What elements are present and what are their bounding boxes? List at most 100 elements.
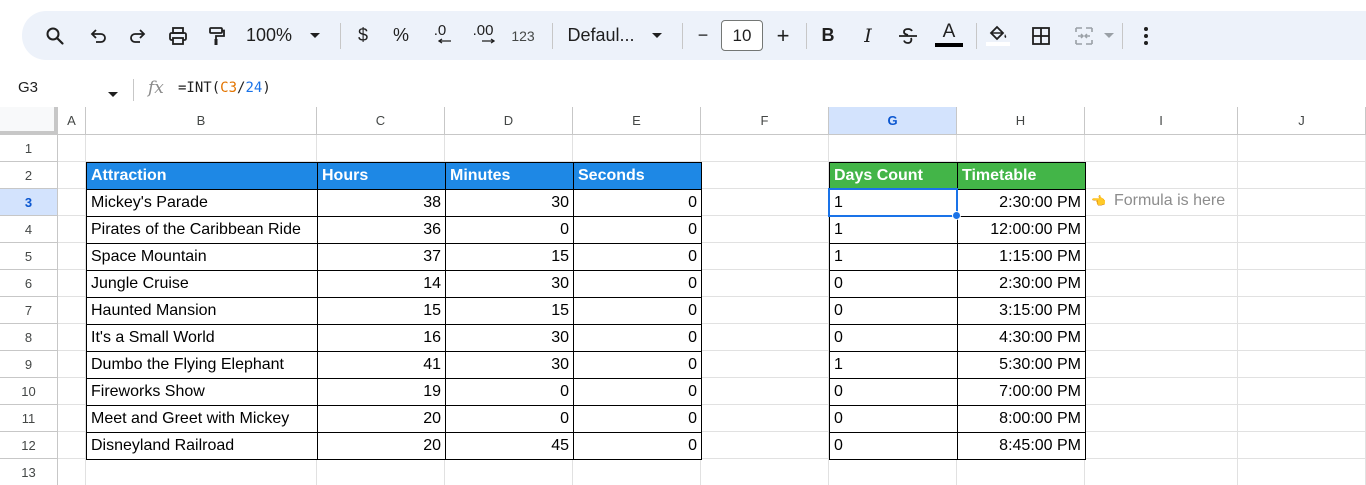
- name-box-dropdown-icon[interactable]: [108, 85, 118, 103]
- table-cell[interactable]: Dumbo the Flying Elephant: [86, 351, 318, 379]
- table-cell[interactable]: 37: [317, 243, 446, 271]
- table-cell[interactable]: 15: [317, 297, 446, 325]
- table-cell[interactable]: 30: [445, 189, 574, 217]
- result-cell[interactable]: 12:00:00 PM: [957, 216, 1086, 244]
- result-cell[interactable]: 2:30:00 PM: [957, 270, 1086, 298]
- table-cell[interactable]: 20: [317, 405, 446, 433]
- table-cell[interactable]: 0: [573, 351, 702, 379]
- result-cell[interactable]: 0: [829, 378, 958, 406]
- table-cell[interactable]: 30: [445, 270, 574, 298]
- fill-handle[interactable]: [952, 211, 961, 220]
- table-cell[interactable]: 36: [317, 216, 446, 244]
- column-header-j[interactable]: J: [1238, 107, 1366, 135]
- column-header-e[interactable]: E: [573, 107, 701, 135]
- row-header-9[interactable]: 9: [0, 351, 58, 378]
- result-cell[interactable]: 1: [829, 189, 958, 217]
- result-cell[interactable]: 0: [829, 270, 958, 298]
- table-cell[interactable]: Fireworks Show: [86, 378, 318, 406]
- row-header-4[interactable]: 4: [0, 216, 58, 243]
- row-header-12[interactable]: 12: [0, 432, 58, 459]
- row-header-7[interactable]: 7: [0, 297, 58, 324]
- paint-format-icon[interactable]: [202, 11, 230, 60]
- borders-icon[interactable]: [1028, 11, 1054, 60]
- column-header-c[interactable]: C: [317, 107, 445, 135]
- row-header-3[interactable]: 3: [0, 189, 58, 216]
- more-vert-icon[interactable]: [1136, 11, 1156, 60]
- table-cell[interactable]: 0: [445, 378, 574, 406]
- table-cell[interactable]: 0: [573, 432, 702, 460]
- table-cell[interactable]: 0: [573, 243, 702, 271]
- result-cell[interactable]: 7:00:00 PM: [957, 378, 1086, 406]
- result-header-cell[interactable]: Days Count: [829, 162, 958, 190]
- column-header-d[interactable]: D: [445, 107, 573, 135]
- result-cell[interactable]: 0: [829, 405, 958, 433]
- table-cell[interactable]: 30: [445, 351, 574, 379]
- table-cell[interactable]: 0: [445, 216, 574, 244]
- column-header-a[interactable]: A: [58, 107, 86, 135]
- table-cell[interactable]: Pirates of the Caribbean Ride: [86, 216, 318, 244]
- row-header-6[interactable]: 6: [0, 270, 58, 297]
- table-cell[interactable]: 14: [317, 270, 446, 298]
- fill-color-icon[interactable]: [984, 11, 1012, 60]
- table-cell[interactable]: 19: [317, 378, 446, 406]
- table-cell[interactable]: Meet and Greet with Mickey: [86, 405, 318, 433]
- result-cell[interactable]: 1: [829, 351, 958, 379]
- result-cell[interactable]: 4:30:00 PM: [957, 324, 1086, 352]
- table-cell[interactable]: 0: [573, 378, 702, 406]
- result-cell[interactable]: 2:30:00 PM: [957, 189, 1086, 217]
- table-header-cell[interactable]: Seconds: [573, 162, 702, 190]
- zoom-dropdown-icon[interactable]: [308, 11, 322, 60]
- increase-font-size-button[interactable]: +: [772, 11, 794, 60]
- table-cell[interactable]: Jungle Cruise: [86, 270, 318, 298]
- row-header-10[interactable]: 10: [0, 378, 58, 405]
- result-cell[interactable]: 1: [829, 243, 958, 271]
- result-cell[interactable]: 0: [829, 432, 958, 460]
- column-header-h[interactable]: H: [957, 107, 1085, 135]
- table-cell[interactable]: 30: [445, 324, 574, 352]
- result-header-cell[interactable]: Timetable: [957, 162, 1086, 190]
- table-cell[interactable]: 0: [573, 324, 702, 352]
- decrease-decimal-button[interactable]: .0: [426, 11, 454, 60]
- font-size-input[interactable]: 10: [721, 20, 763, 51]
- table-cell[interactable]: 41: [317, 351, 446, 379]
- table-cell[interactable]: 45: [445, 432, 574, 460]
- table-cell[interactable]: 20: [317, 432, 446, 460]
- zoom-select[interactable]: 100%: [244, 11, 294, 60]
- result-cell[interactable]: 5:30:00 PM: [957, 351, 1086, 379]
- table-cell[interactable]: 0: [573, 297, 702, 325]
- table-cell[interactable]: Mickey's Parade: [86, 189, 318, 217]
- decrease-font-size-button[interactable]: −: [692, 11, 714, 60]
- result-cell[interactable]: 8:45:00 PM: [957, 432, 1086, 460]
- undo-icon[interactable]: [84, 11, 112, 60]
- result-cell[interactable]: 1: [829, 216, 958, 244]
- table-cell[interactable]: 0: [573, 405, 702, 433]
- result-cell[interactable]: 0: [829, 297, 958, 325]
- bold-button[interactable]: B: [816, 11, 840, 60]
- strikethrough-icon[interactable]: [896, 11, 920, 60]
- font-select[interactable]: Defaul...: [562, 11, 640, 60]
- italic-button[interactable]: I: [856, 11, 880, 60]
- select-all-corner[interactable]: [0, 107, 58, 135]
- row-header-13[interactable]: 13: [0, 459, 58, 485]
- table-header-cell[interactable]: Hours: [317, 162, 446, 190]
- row-header-2[interactable]: 2: [0, 162, 58, 189]
- currency-format-button[interactable]: $: [352, 11, 374, 60]
- table-cell[interactable]: 0: [573, 189, 702, 217]
- row-header-11[interactable]: 11: [0, 405, 58, 432]
- text-color-button[interactable]: A: [932, 11, 966, 60]
- result-cell[interactable]: 1:15:00 PM: [957, 243, 1086, 271]
- column-header-f[interactable]: F: [701, 107, 829, 135]
- font-dropdown-icon[interactable]: [650, 11, 664, 60]
- column-header-g[interactable]: G: [829, 107, 957, 135]
- percent-format-button[interactable]: %: [390, 11, 412, 60]
- table-cell[interactable]: Space Mountain: [86, 243, 318, 271]
- table-cell[interactable]: Haunted Mansion: [86, 297, 318, 325]
- more-formats-button[interactable]: 123: [508, 11, 538, 60]
- column-header-b[interactable]: B: [86, 107, 317, 135]
- table-header-cell[interactable]: Minutes: [445, 162, 574, 190]
- print-icon[interactable]: [164, 11, 192, 60]
- redo-icon[interactable]: [124, 11, 152, 60]
- increase-decimal-button[interactable]: .00: [466, 11, 500, 60]
- table-cell[interactable]: 0: [445, 405, 574, 433]
- row-header-5[interactable]: 5: [0, 243, 58, 270]
